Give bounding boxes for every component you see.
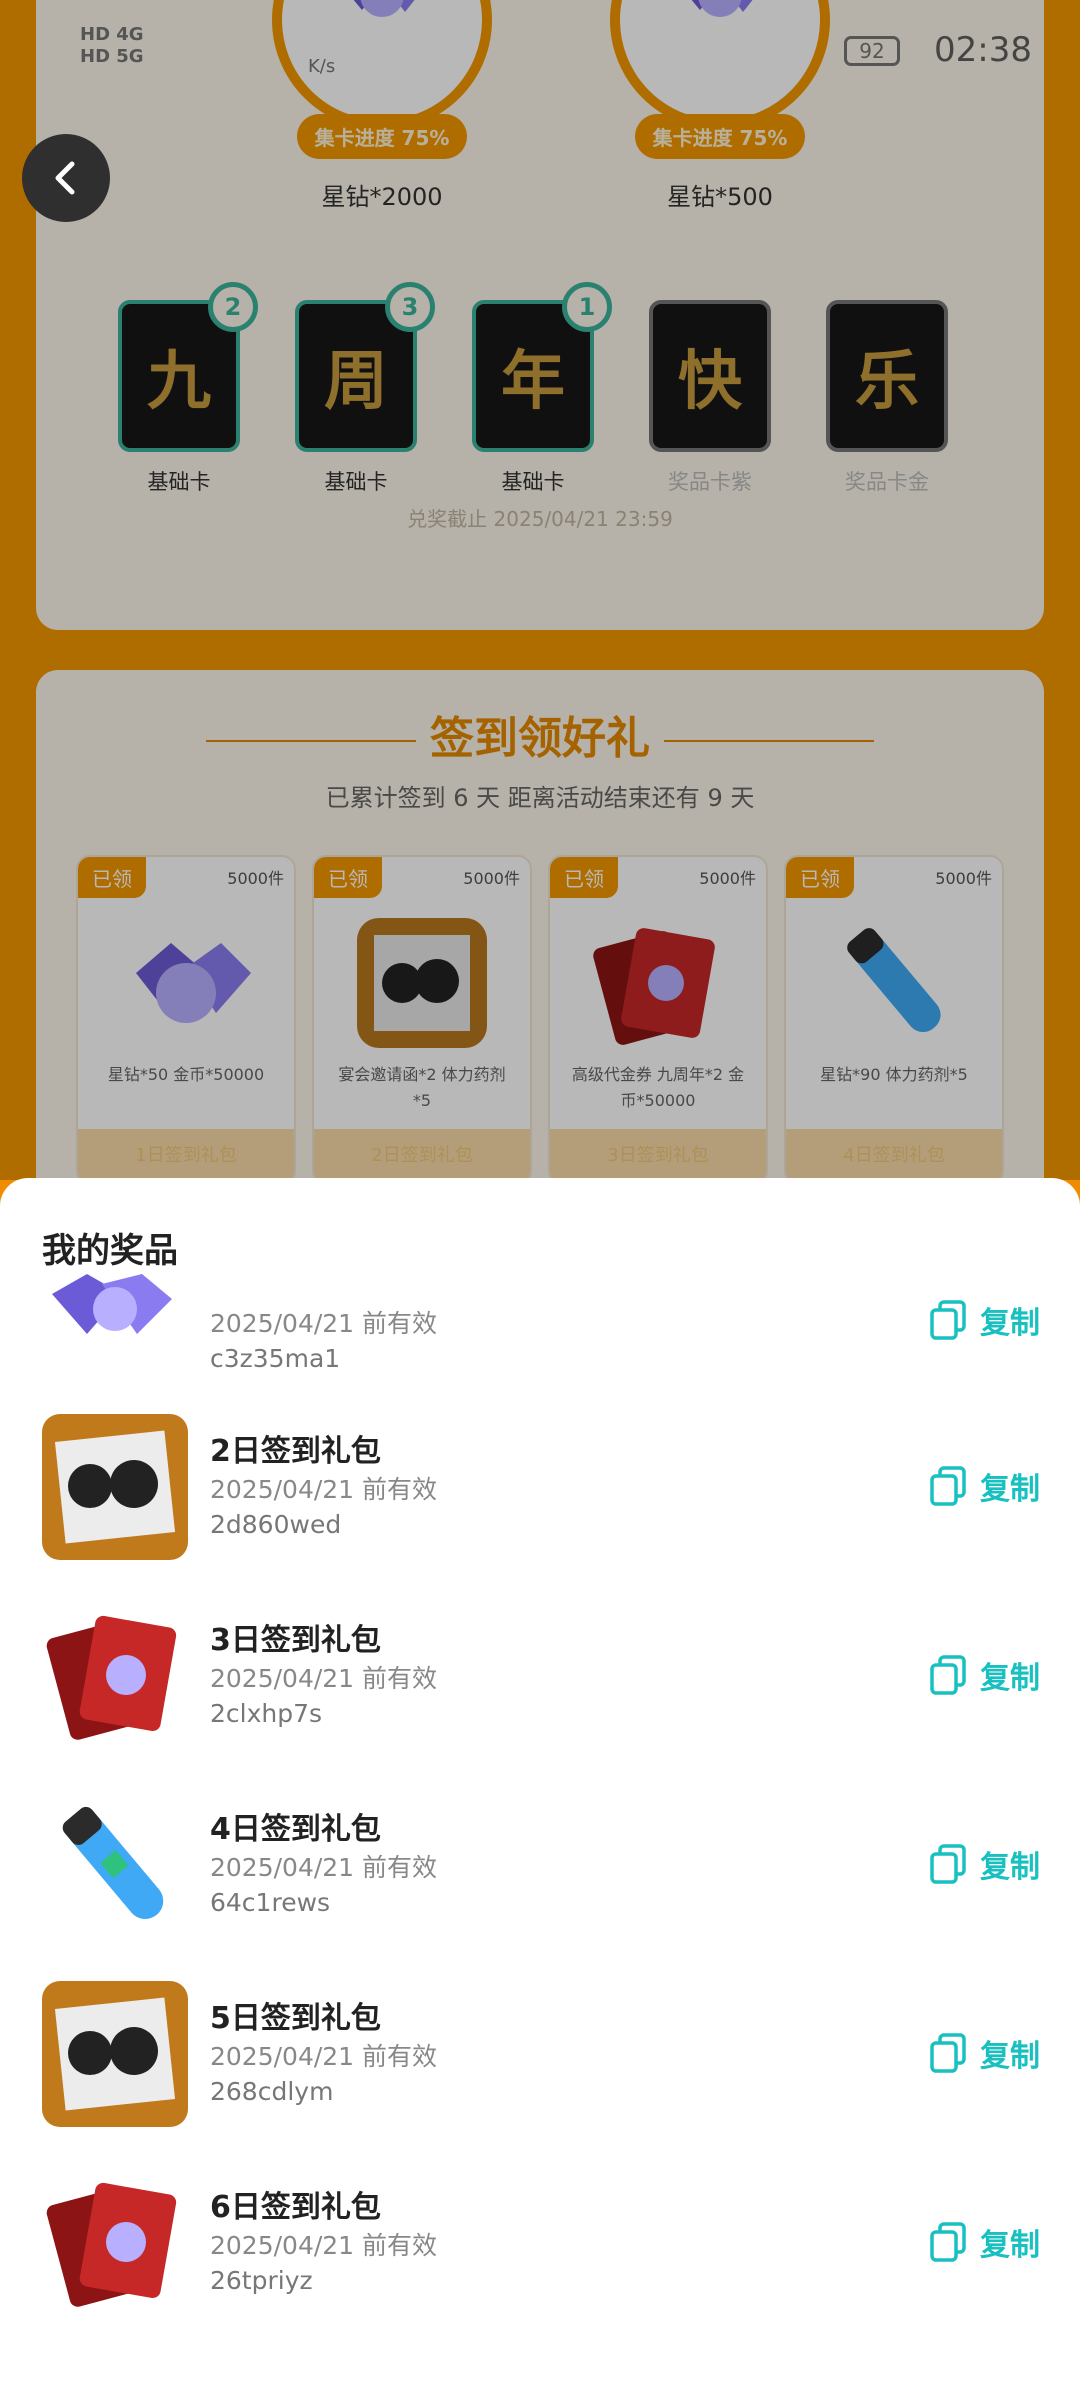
prize-name: 5日签到礼包 xyxy=(210,2001,381,2036)
copy-icon xyxy=(930,2033,966,2073)
prize-name: 4日签到礼包 xyxy=(210,1812,381,1847)
copy-button[interactable]: 复制 xyxy=(930,1464,1040,1508)
copy-button[interactable]: 复制 xyxy=(930,1298,1040,1342)
valid-until: 2025/04/21 前有效 xyxy=(210,1853,438,1882)
copy-button[interactable]: 复制 xyxy=(930,1653,1040,1697)
valid-until: 2025/04/21 前有效 xyxy=(210,2042,438,2071)
redeem-code: 64c1rews xyxy=(210,1888,331,1917)
potion-icon xyxy=(42,1792,188,1938)
copy-icon xyxy=(930,1655,966,1695)
voucher-card-icon xyxy=(42,1603,188,1749)
clock: 02:38 xyxy=(934,30,1032,70)
copy-icon xyxy=(930,2222,966,2262)
copy-icon xyxy=(930,1300,966,1340)
prize-name: 2日签到礼包 xyxy=(210,1434,381,1469)
list-item: 4日签到礼包 2025/04/21 前有效 64c1rews 复制 xyxy=(0,1792,1080,1962)
copy-button[interactable]: 复制 xyxy=(930,1842,1040,1886)
redeem-code: c3z35ma1 xyxy=(210,1344,341,1373)
redeem-code: 26tpriyz xyxy=(210,2266,313,2295)
prize-name: 3日签到礼包 xyxy=(210,1623,381,1658)
list-item: 5日签到礼包 2025/04/21 前有效 268cdlym 复制 xyxy=(0,1981,1080,2151)
voucher-card-icon xyxy=(42,2170,188,2316)
list-item: 2日签到礼包 2025/04/21 前有效 2d860wed 复制 xyxy=(0,1414,1080,1584)
valid-until: 2025/04/21 前有效 xyxy=(210,2231,438,2260)
chevron-left-icon xyxy=(55,161,75,195)
redeem-code: 2d860wed xyxy=(210,1510,342,1539)
invitation-card-icon xyxy=(42,1414,188,1560)
battery-icon: 92 xyxy=(844,36,900,66)
back-button[interactable] xyxy=(22,134,110,222)
valid-until: 2025/04/21 前有效 xyxy=(210,1309,438,1338)
valid-until: 2025/04/21 前有效 xyxy=(210,1475,438,1504)
network-speed: K/s xyxy=(308,56,336,77)
redeem-code: 2clxhp7s xyxy=(210,1699,323,1728)
copy-button[interactable]: 复制 xyxy=(930,2220,1040,2264)
gem-icon xyxy=(42,1274,188,1344)
copy-icon xyxy=(930,1466,966,1506)
redeem-code: 268cdlym xyxy=(210,2077,334,2106)
status-bar: HD 4G HD 5G K/s 92 02:38 xyxy=(0,0,1080,110)
list-item: 6日签到礼包 2025/04/21 前有效 26tpriyz 复制 xyxy=(0,2170,1080,2340)
invitation-card-icon xyxy=(42,1981,188,2127)
list-item: 2025/04/21 前有效 c3z35ma1 复制 xyxy=(0,1234,1080,1404)
valid-until: 2025/04/21 前有效 xyxy=(210,1664,438,1693)
signal-icon: HD 4G HD 5G xyxy=(80,24,144,67)
modal-dim-overlay[interactable] xyxy=(0,0,1080,1180)
copy-icon xyxy=(930,1844,966,1884)
prize-name: 6日签到礼包 xyxy=(210,2190,381,2225)
copy-button[interactable]: 复制 xyxy=(930,2031,1040,2075)
list-item: 3日签到礼包 2025/04/21 前有效 2clxhp7s 复制 xyxy=(0,1603,1080,1773)
my-prizes-sheet: 我的奖品 2025/04/21 前有效 c3z35ma1 复制 2日签到礼包 2… xyxy=(0,1178,1080,2400)
